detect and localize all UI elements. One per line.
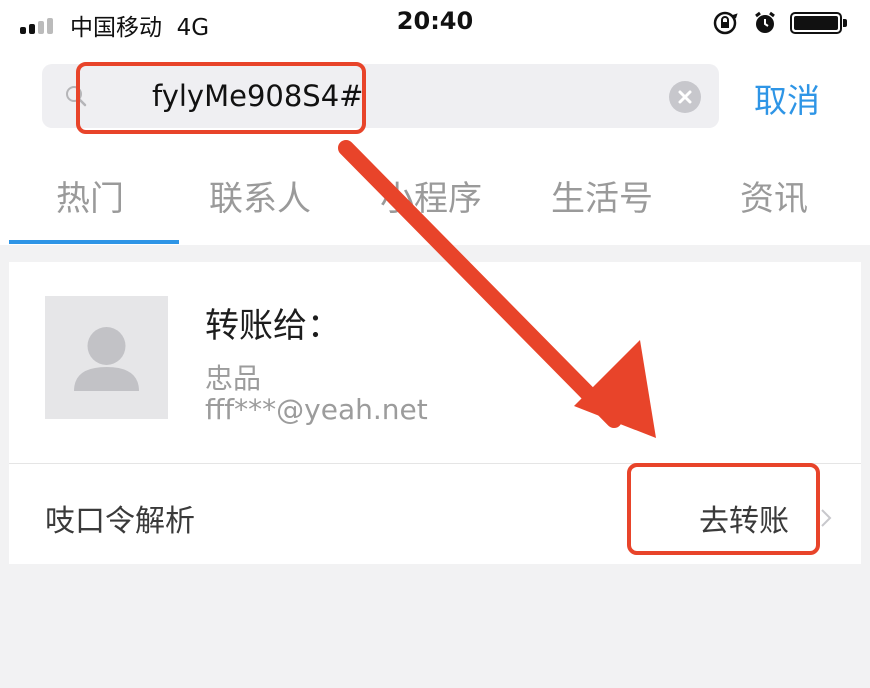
active-tab-indicator	[9, 240, 179, 244]
orientation-lock-icon	[713, 11, 738, 35]
recipient-account: fff***@yeah.net	[205, 393, 428, 426]
search-highlight-box	[76, 62, 366, 134]
tab-contacts[interactable]: 联系人	[209, 171, 311, 220]
transfer-highlight-box	[627, 463, 820, 555]
tab-news[interactable]: 资讯	[740, 171, 808, 220]
tab-hot[interactable]: 热门	[56, 171, 124, 220]
avatar-placeholder-icon	[74, 327, 139, 391]
clear-icon[interactable]	[669, 81, 701, 113]
avatar	[45, 296, 168, 419]
chevron-right-icon	[821, 509, 832, 527]
transfer-title: 转账给：	[205, 306, 341, 346]
status-time: 20:40	[396, 7, 474, 35]
tab-life-accounts[interactable]: 生活号	[551, 171, 653, 220]
status-bar: 中国移动 4G 20:40	[0, 0, 870, 48]
alarm-icon	[755, 11, 775, 33]
tab-mini-programs[interactable]: 小程序	[380, 171, 482, 220]
battery-icon	[790, 12, 847, 34]
command-parse-label: 吱口令解析	[45, 504, 195, 539]
cancel-button[interactable]: 取消	[754, 74, 820, 122]
recipient-name: 忠品	[205, 362, 262, 395]
